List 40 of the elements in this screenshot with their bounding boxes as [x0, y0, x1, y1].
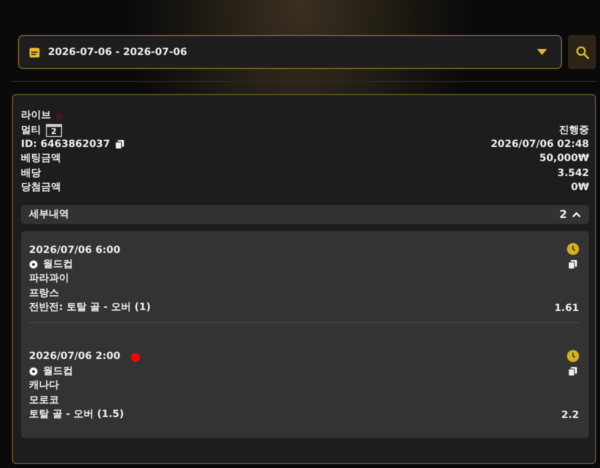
date-range-field[interactable]: 2026-07-06 - 2026-07-06 — [18, 35, 562, 69]
league-name: 월드컵 — [43, 258, 73, 271]
row-label: 베팅금액 — [21, 153, 61, 166]
market-name: 전반전: 토탈 골 - 오버 (1) — [29, 302, 151, 314]
calendar-icon — [29, 46, 40, 58]
multi-count-icon: 2 — [46, 124, 62, 138]
soccer-ball-icon — [29, 367, 38, 376]
copy-icon[interactable] — [568, 260, 577, 270]
copy-icon[interactable] — [115, 140, 124, 150]
market-name: 토탈 골 - 오버 (1.5) — [29, 409, 124, 422]
caret-icon — [537, 49, 547, 55]
row-label: 당첨금액 — [21, 182, 61, 194]
search-button[interactable] — [568, 35, 596, 69]
bet-type: 라이브 — [21, 110, 51, 122]
soccer-ball-icon — [29, 260, 38, 270]
clock-icon — [567, 243, 579, 256]
team-name: 모로코 — [29, 394, 59, 407]
bet-time: 2026/07/06 02:48 — [490, 138, 589, 151]
bet-status: 진행중 — [559, 124, 589, 137]
team-name: 파라과이 — [29, 273, 69, 286]
date-range-value: 2026-07-06 - 2026-07-06 — [48, 46, 188, 58]
odds-value: 2.2 — [561, 410, 579, 422]
league-name: 월드컵 — [43, 366, 73, 378]
details-label: 세부내역 — [29, 208, 69, 221]
row-label: 배당 — [21, 168, 41, 180]
match-time: 2026/07/06 2:00 — [29, 351, 120, 364]
bet-id: ID: 6463862037 — [21, 138, 110, 151]
row-value: 3.542 — [557, 168, 589, 180]
row-value: 50,000₩ — [539, 153, 589, 166]
bet-mode: 멀티 — [21, 124, 41, 137]
copy-icon[interactable] — [568, 367, 577, 376]
details-count: 2 — [559, 208, 567, 221]
clock-icon — [567, 350, 579, 362]
team-name: 캐나다 — [29, 380, 59, 392]
team-name: 프랑스 — [29, 288, 59, 300]
odds-value: 1.61 — [554, 303, 579, 316]
details-toggle[interactable]: 세부내역 2 — [21, 205, 589, 224]
search-icon — [576, 46, 588, 58]
match-time: 2026/07/06 6:00 — [29, 244, 120, 257]
row-value: 0₩ — [571, 182, 589, 194]
